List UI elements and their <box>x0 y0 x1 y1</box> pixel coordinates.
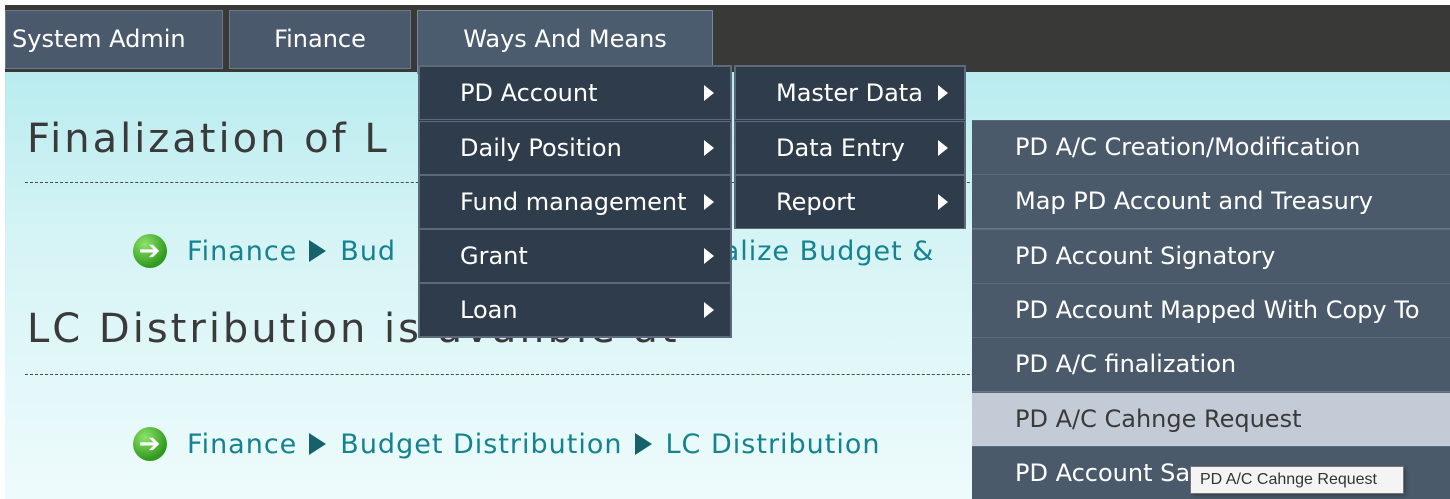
menu-item-label: Data Entry <box>776 134 905 162</box>
submenu-arrow-icon <box>938 194 948 210</box>
dropdown-data-entry: PD A/C Creation/Modification Map PD Acco… <box>972 120 1450 499</box>
menu-item-pd-ac-change-request[interactable]: PD A/C Cahnge Request <box>972 392 1450 447</box>
menu-item-pd-ac-finalization[interactable]: PD A/C finalization <box>972 337 1450 392</box>
breadcrumb-separator-icon <box>634 433 652 455</box>
menu-item-fund-management[interactable]: Fund management <box>419 175 731 229</box>
menu-item-report[interactable]: Report <box>735 175 965 229</box>
menu-item-label: Loan <box>460 296 518 324</box>
breadcrumb-link-finance[interactable]: Finance <box>187 429 297 460</box>
menu-item-master-data[interactable]: Master Data <box>735 66 965 120</box>
menu-item-loan[interactable]: Loan <box>419 283 731 337</box>
menu-item-pd-account-mapped-copy[interactable]: PD Account Mapped With Copy To <box>972 283 1450 338</box>
menu-item-label: Fund management <box>460 188 687 216</box>
menu-item-label: Grant <box>460 242 528 270</box>
submenu-arrow-icon <box>704 140 714 156</box>
menu-item-label: Report <box>776 188 856 216</box>
menu-item-label: PD Account <box>460 79 598 107</box>
submenu-arrow-icon <box>704 194 714 210</box>
menu-item-daily-position[interactable]: Daily Position <box>419 121 731 175</box>
dropdown-pd-account: Master Data Data Entry Report <box>734 65 966 229</box>
submenu-arrow-icon <box>704 302 714 318</box>
submenu-arrow-icon <box>938 140 948 156</box>
breadcrumb-link-lc-distribution[interactable]: LC Distribution <box>666 429 881 460</box>
breadcrumb-separator-icon <box>309 433 327 455</box>
menu-item-label: Master Data <box>776 79 923 107</box>
menu-item-label: Daily Position <box>460 134 622 162</box>
divider <box>25 374 1025 375</box>
submenu-arrow-icon <box>704 248 714 264</box>
breadcrumb-lc-distribution: ➔ Finance Budget Distribution LC Distrib… <box>133 427 881 461</box>
dropdown-ways-and-means: PD Account Daily Position Fund managemen… <box>418 65 732 338</box>
submenu-arrow-icon <box>938 85 948 101</box>
menu-item-data-entry[interactable]: Data Entry <box>735 121 965 175</box>
breadcrumb-link-budget-distribution[interactable]: Budget Distribution <box>340 429 622 460</box>
breadcrumb-link-budget[interactable]: Bud <box>340 236 396 267</box>
menu-item-pd-ac-creation[interactable]: PD A/C Creation/Modification <box>972 120 1450 175</box>
menu-finance[interactable]: Finance <box>229 10 411 69</box>
breadcrumb-link-finance[interactable]: Finance <box>187 236 297 267</box>
go-arrow-icon: ➔ <box>133 234 167 268</box>
menu-item-map-pd-account-treasury[interactable]: Map PD Account and Treasury <box>972 174 1450 229</box>
top-menubar: System Admin Finance Ways And Means <box>5 5 1450 74</box>
menu-system-admin[interactable]: System Admin <box>5 10 223 69</box>
menu-item-pd-account[interactable]: PD Account <box>419 66 731 120</box>
menu-item-grant[interactable]: Grant <box>419 229 731 283</box>
menu-item-pd-account-signatory[interactable]: PD Account Signatory <box>972 229 1450 284</box>
section-heading-finalization: Finalization of L <box>27 116 390 162</box>
go-arrow-icon: ➔ <box>133 427 167 461</box>
breadcrumb-separator-icon <box>309 240 327 262</box>
tooltip: PD A/C Cahnge Request <box>1190 466 1404 494</box>
submenu-arrow-icon <box>704 85 714 101</box>
